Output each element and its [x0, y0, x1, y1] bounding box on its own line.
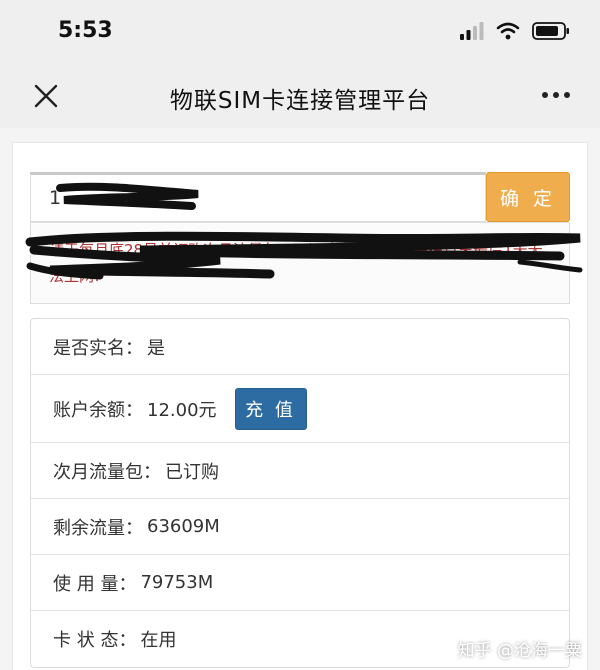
used-data-value: 79753M: [140, 572, 214, 593]
realname-value: 是: [147, 337, 165, 359]
card-info-list: 是否实名： 是 账户余额： 12.00元 充 值 次月流量包： 已订购 剩余流量…: [30, 318, 570, 668]
battery-icon: [532, 22, 569, 40]
zhihu-watermark: 知乎 @沧海一粟: [457, 641, 582, 661]
status-time: 5:53: [58, 18, 113, 43]
remaining-data-row: 剩余流量： 63609M: [31, 499, 569, 555]
used-data-label: 使 用 量：: [53, 573, 137, 595]
card-status-value: 在用: [140, 630, 177, 651]
remaining-data-label: 剩余流量：: [53, 517, 143, 539]
balance-label: 账户余额：: [53, 399, 143, 421]
next-month-package-row: 次月流量包： 已订购: [31, 443, 569, 499]
status-bar: 5:53: [0, 0, 600, 62]
recharge-button[interactable]: 充 值: [234, 387, 307, 430]
next-month-package-label: 次月流量包：: [53, 461, 161, 483]
nav-bar: 物联SIM卡连接管理平台: [0, 62, 600, 128]
confirm-button[interactable]: 确 定: [486, 172, 570, 222]
page-title: 物联SIM卡连接管理平台: [169, 88, 431, 114]
more-options-icon[interactable]: [542, 92, 570, 98]
remaining-data-value: 63609M: [147, 516, 220, 537]
card-number-input[interactable]: [30, 172, 486, 222]
notice-box: 请于每月底28号前订购次月流量包，不订购次月流量包将在月末最后1天无法上网!: [30, 222, 570, 304]
status-icons: [460, 22, 570, 40]
notice-text: 请于每月底28号前订购次月流量包，不订购次月流量包将在月末最后1天无法上网!: [49, 241, 543, 285]
card-query-form: 确 定: [30, 172, 570, 222]
card-status-label: 卡 状 态：: [53, 630, 137, 651]
next-month-package-value: 已订购: [165, 461, 219, 483]
wifi-icon: [496, 22, 520, 40]
realname-row: 是否实名： 是: [31, 319, 569, 375]
balance-value: 12.00元: [147, 399, 217, 421]
balance-row: 账户余额： 12.00元 充 值: [31, 375, 569, 443]
used-data-row: 使 用 量： 79753M: [31, 555, 569, 611]
cellular-signal-icon: [460, 22, 484, 40]
realname-label: 是否实名：: [53, 337, 143, 359]
